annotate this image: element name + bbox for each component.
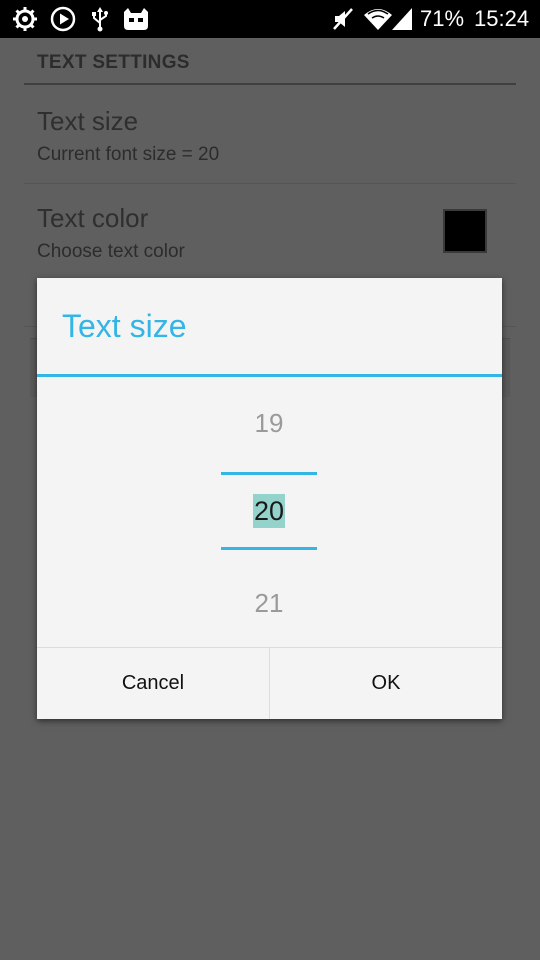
pref-divider <box>24 183 516 184</box>
clock: 15:24 <box>474 6 530 31</box>
status-bar: 71% 15:24 <box>0 0 540 38</box>
pref-summary: Choose text color <box>37 241 185 262</box>
dialog-title: Text size <box>62 308 187 344</box>
section-header: TEXT SETTINGS <box>37 52 190 73</box>
picker-next-value[interactable]: 21 <box>221 588 317 619</box>
picker-previous-value[interactable]: 19 <box>221 408 317 439</box>
pref-title: Text size <box>37 106 139 136</box>
pref-title: Text color <box>37 203 149 233</box>
signal-icon <box>392 8 412 30</box>
picker-divider-bottom <box>221 547 317 550</box>
usb-icon <box>92 7 108 32</box>
sync-icon <box>13 7 37 31</box>
dialog-title-divider <box>37 374 502 377</box>
wifi-icon <box>364 9 392 30</box>
battery-percent: 71% <box>420 6 465 31</box>
text-size-dialog: Text size 19 20 21 Cancel OK <box>37 278 502 719</box>
mute-icon <box>333 8 353 30</box>
ok-button[interactable]: OK <box>270 648 502 719</box>
cyanogen-icon <box>124 8 148 30</box>
cancel-button[interactable]: Cancel <box>37 648 269 719</box>
color-swatch <box>443 209 487 253</box>
picker-current-value[interactable]: 20 <box>221 494 317 528</box>
pref-summary: Current font size = 20 <box>37 144 220 165</box>
play-icon <box>50 6 76 32</box>
section-divider <box>24 83 516 85</box>
picker-divider-top <box>221 472 317 475</box>
picker-current-text[interactable]: 20 <box>252 494 286 528</box>
